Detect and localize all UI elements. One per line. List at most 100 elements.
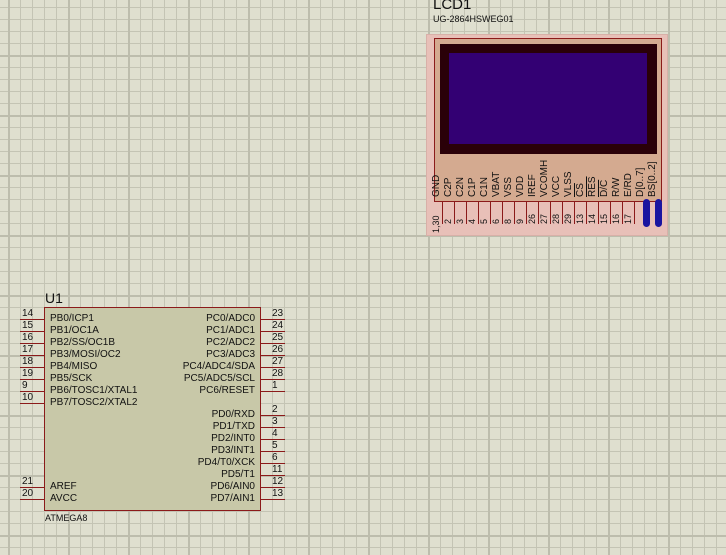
mcu-pin-label: PD3/INT1 — [211, 445, 255, 456]
lcd-pin-number: 16 — [611, 213, 621, 224]
mcu-pin-label: PB1/OC1A — [50, 325, 99, 336]
mcu-pin-label: PD2/INT0 — [211, 433, 255, 444]
mcu-pin[interactable] — [20, 403, 44, 404]
mcu-pin-number: 17 — [22, 344, 34, 355]
mcu-pin[interactable] — [20, 499, 44, 500]
mcu-pin-number: 5 — [272, 440, 278, 451]
mcu-pin-label: AREF — [50, 481, 77, 492]
lcd-pin-label: VCOMH — [539, 159, 550, 197]
lcd-component[interactable]: GND 1,30 C2P 2 C2N 3 C1P 4 C1N 5 VBAT 6 VSS 8 VDD 9 IREF… — [426, 34, 668, 236]
lcd-pin-label: D/C — [599, 179, 610, 197]
mcu-pin-number: 12 — [272, 476, 284, 487]
mcu-pin-number: 19 — [22, 368, 34, 379]
lcd-pin-label: RES — [587, 176, 598, 197]
lcd-pin-number: 4 — [467, 218, 477, 224]
mcu-pin-number: 6 — [272, 452, 278, 463]
lcd-pin-label: C2N — [455, 176, 466, 197]
mcu-pin-label: PB6/TOSC1/XTAL1 — [50, 385, 138, 396]
lcd-pin-label: VCC — [551, 175, 562, 197]
lcd-pin-label: VLSS — [563, 171, 574, 197]
mcu-pin-label: PC1/ADC1 — [206, 325, 255, 336]
mcu-pin[interactable] — [260, 391, 285, 392]
lcd-pin-label: VBAT — [491, 171, 502, 197]
mcu-pin-label: PD7/AIN1 — [210, 493, 255, 504]
lcd-pin-label: IREF — [527, 174, 538, 197]
mcu-pin-label: PB3/MOSI/OC2 — [50, 349, 121, 360]
lcd-pin-label: VDD — [515, 175, 526, 197]
mcu-pin-number: 13 — [272, 488, 284, 499]
mcu-pin-label: PD0/RXD — [211, 409, 255, 420]
mcu-pin-label: PD1/TXD — [212, 421, 255, 432]
lcd-pin-number: 13 — [575, 213, 585, 224]
mcu-pin-number: 2 — [272, 404, 278, 415]
mcu-pin-label: PB7/TOSC2/XTAL2 — [50, 397, 138, 408]
lcd-pin-label: C1N — [479, 176, 490, 197]
mcu-pin-label: PB2/SS/OC1B — [50, 337, 116, 348]
mcu-pin-number: 20 — [22, 488, 34, 499]
bus-pin-label: BS[0..2] — [647, 161, 658, 197]
mcu-pin-number: 23 — [272, 308, 284, 319]
lcd-pin-number: 26 — [527, 213, 537, 224]
mcu-pin-label: PD5/T1 — [221, 469, 255, 480]
mcu-pin-label: PB0/ICP1 — [50, 313, 94, 324]
mcu-pin-number: 16 — [22, 332, 34, 343]
mcu-pin-number: 21 — [22, 476, 34, 487]
mcu-pin-label: PC6/RESET — [199, 385, 255, 396]
mcu-pin-number: 25 — [272, 332, 284, 343]
lcd-pin-number: 15 — [599, 213, 609, 224]
lcd-pin-number: 5 — [479, 218, 489, 224]
schematic-canvas[interactable]: GND 1,30 C2P 2 C2N 3 C1P 4 C1N 5 VBAT 6 VSS 8 VDD 9 IREF… — [0, 0, 726, 555]
mcu-pin-label: AVCC — [50, 493, 78, 504]
lcd-screen — [449, 53, 647, 144]
mcu-pin-number: 15 — [22, 320, 34, 331]
lcd-pin-number: 14 — [587, 213, 597, 224]
mcu-part-label: ATMEGA8 — [45, 513, 88, 523]
lcd-pin-number: 28 — [551, 213, 561, 224]
mcu-pin-number: 26 — [272, 344, 284, 355]
mcu-pin-number: 11 — [272, 464, 283, 475]
mcu-pin-label: PD4/T0/XCK — [197, 457, 255, 468]
mcu-ref-label: U1 — [45, 290, 63, 306]
bus-pin-label: D[0..7] — [635, 167, 646, 197]
mcu-pin-number: 4 — [272, 428, 278, 439]
lcd-bezel — [440, 44, 657, 154]
lcd-pin-label: CS — [575, 183, 586, 197]
mcu-pin-label: PC3/ADC3 — [206, 349, 255, 360]
lcd-pin-number: 6 — [491, 218, 501, 224]
mcu-pin-number: 9 — [22, 380, 28, 391]
lcd-pin-label: E/RD — [623, 173, 634, 197]
lcd-pin-number: 9 — [515, 218, 525, 224]
lcd-pin-number: 1,30 — [431, 215, 441, 233]
lcd-pin-number: 29 — [563, 213, 573, 224]
lcd-ref-label: LCD1 — [433, 0, 472, 13]
lcd-pin-number: 27 — [539, 213, 549, 224]
bus-pin[interactable] — [655, 199, 662, 227]
mcu-pin-number: 1 — [272, 380, 278, 391]
mcu-pin-number: 24 — [272, 320, 284, 331]
mcu-pin-label: PC2/ADC2 — [206, 337, 255, 348]
mcu-pin-number: 28 — [272, 368, 284, 379]
mcu-pin-number: 10 — [22, 392, 34, 403]
lcd-pin-label: C2P — [443, 177, 454, 197]
lcd-pin-number: 2 — [443, 218, 453, 224]
lcd-pin-label: R/W — [611, 177, 622, 197]
lcd-pin-number: 17 — [623, 213, 633, 224]
mcu-pin-label: PD6/AIN0 — [210, 481, 255, 492]
mcu-pin-label: PC4/ADC4/SDA — [182, 361, 255, 372]
mcu-pin-number: 14 — [22, 308, 34, 319]
mcu-pin-number: 18 — [22, 356, 34, 367]
mcu-pin-number: 27 — [272, 356, 284, 367]
mcu-pin[interactable] — [260, 499, 285, 500]
mcu-pin-label: PB4/MISO — [50, 361, 98, 372]
lcd-pin[interactable] — [634, 201, 635, 224]
mcu-pin-label: PB5/SCK — [50, 373, 93, 384]
lcd-pin-number: 3 — [455, 218, 465, 224]
lcd-pin-number: 8 — [503, 218, 513, 224]
mcu-pin-number: 3 — [272, 416, 278, 427]
lcd-part-label: UG-2864HSWEG01 — [433, 14, 514, 24]
lcd-pin-label: C1P — [467, 177, 478, 197]
mcu-pin-label: PC0/ADC0 — [206, 313, 255, 324]
mcu-pin-label: PC5/ADC5/SCL — [183, 373, 255, 384]
bus-pin[interactable] — [643, 199, 650, 227]
lcd-pin-label: GND — [431, 174, 442, 197]
